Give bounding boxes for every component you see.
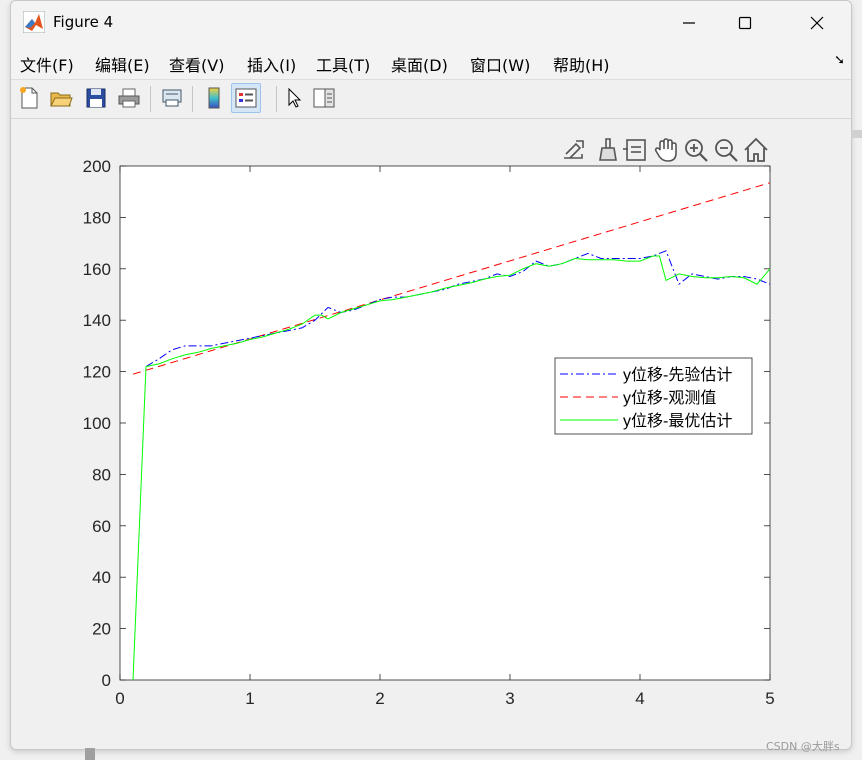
save-button[interactable] bbox=[81, 83, 111, 113]
figure-window: Figure 4 文件(F) 编辑(E) 查看(V) 插入(I) 工具(T) 桌… bbox=[10, 0, 852, 750]
side-tab bbox=[851, 130, 862, 138]
menu-bar: 文件(F) 编辑(E) 查看(V) 插入(I) 工具(T) 桌面(D) 窗口(W… bbox=[11, 45, 851, 80]
zoom-out-icon[interactable] bbox=[712, 136, 740, 164]
new-figure-icon bbox=[20, 87, 38, 109]
menu-help[interactable]: 帮助(H) bbox=[553, 52, 610, 76]
pan-icon[interactable] bbox=[652, 136, 680, 164]
open-file-button[interactable] bbox=[46, 83, 76, 113]
data-tips-icon[interactable] bbox=[622, 136, 650, 164]
menu-file[interactable]: 文件(F) bbox=[20, 52, 74, 76]
minimize-icon bbox=[683, 22, 695, 24]
window-title: Figure 4 bbox=[53, 13, 114, 31]
menu-view[interactable]: 查看(V) bbox=[169, 52, 224, 76]
legend-button[interactable] bbox=[231, 83, 261, 113]
axes-toolbar bbox=[552, 136, 768, 166]
close-icon bbox=[810, 16, 824, 30]
dock-arrow-icon[interactable]: ➘ bbox=[834, 53, 845, 68]
menu-tools[interactable]: 工具(T) bbox=[316, 52, 370, 76]
toolbar-separator bbox=[150, 86, 151, 112]
link-print-icon bbox=[162, 89, 182, 107]
pointer-button[interactable] bbox=[279, 83, 309, 113]
brush-icon[interactable] bbox=[592, 136, 620, 164]
minimize-button[interactable] bbox=[669, 7, 709, 39]
maximize-button[interactable] bbox=[725, 7, 765, 39]
watermark: CSDN @大胖s bbox=[766, 740, 840, 753]
home-icon[interactable] bbox=[742, 136, 770, 164]
property-editor-icon bbox=[313, 88, 335, 108]
legend-icon bbox=[235, 88, 257, 108]
print-icon bbox=[118, 88, 140, 108]
taskbar-fragment bbox=[85, 748, 95, 760]
colorbar-button[interactable] bbox=[199, 83, 229, 113]
menu-desktop[interactable]: 桌面(D) bbox=[391, 52, 448, 76]
link-print-button[interactable] bbox=[157, 83, 187, 113]
maximize-icon bbox=[738, 16, 752, 30]
new-figure-button[interactable] bbox=[14, 83, 44, 113]
pointer-icon bbox=[288, 87, 302, 108]
export-icon[interactable] bbox=[560, 136, 588, 164]
matlab-icon bbox=[23, 11, 45, 33]
menu-edit[interactable]: 编辑(E) bbox=[95, 52, 150, 76]
colorbar-icon bbox=[208, 87, 220, 109]
figure-toolbar bbox=[11, 80, 851, 119]
open-file-icon bbox=[50, 92, 73, 107]
zoom-in-icon[interactable] bbox=[682, 136, 710, 164]
close-button[interactable] bbox=[797, 7, 837, 39]
toolbar-separator bbox=[192, 86, 193, 112]
title-bar[interactable]: Figure 4 bbox=[11, 1, 851, 45]
menu-window[interactable]: 窗口(W) bbox=[470, 52, 530, 76]
menu-insert[interactable]: 插入(I) bbox=[247, 52, 296, 76]
property-editor-button[interactable] bbox=[309, 83, 339, 113]
save-icon bbox=[86, 88, 106, 108]
print-button[interactable] bbox=[114, 83, 144, 113]
toolbar-separator bbox=[276, 86, 277, 112]
